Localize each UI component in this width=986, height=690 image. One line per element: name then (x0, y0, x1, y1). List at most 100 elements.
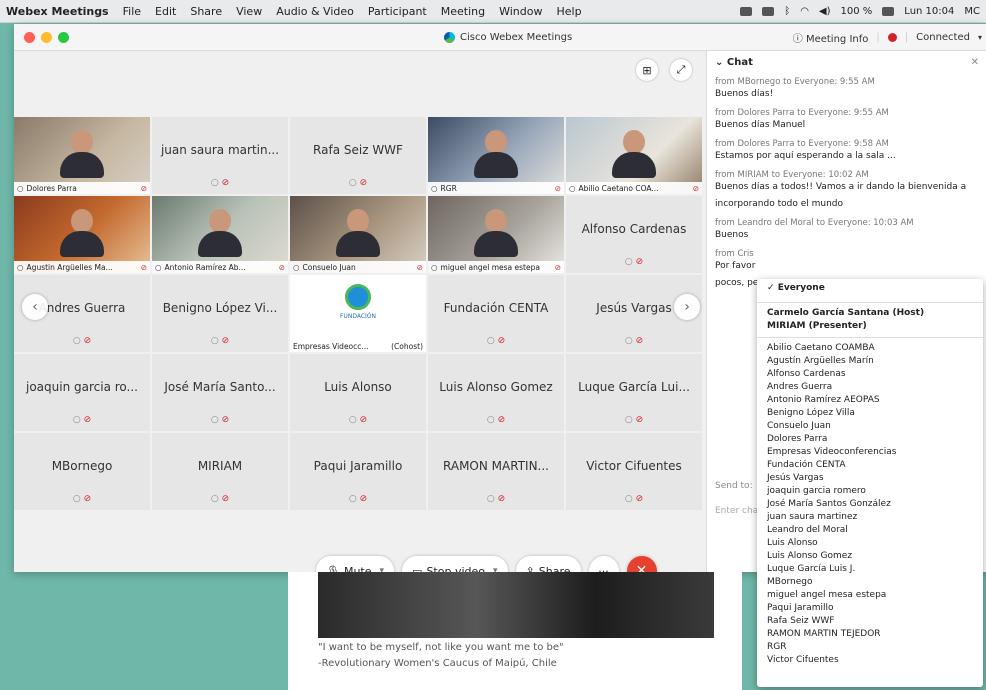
participant-tile[interactable]: José María Santo... ○ ⊘ (152, 354, 288, 431)
participant-video (612, 130, 656, 180)
participant-tile[interactable]: Paqui Jaramillo ○ ⊘ (290, 433, 426, 510)
option-participant[interactable]: Victor Cifuentes (757, 654, 983, 667)
layout-icon[interactable]: ⊞ (636, 59, 658, 81)
option-participant[interactable]: Luis Alonso Gomez (757, 550, 983, 563)
participant-tile[interactable]: Luis Alonso Gomez ○ ⊘ (428, 354, 564, 431)
option-participant[interactable]: Abilio Caetano COAMBA (757, 342, 983, 355)
prev-page-button[interactable]: ‹ (22, 294, 48, 320)
menu-file[interactable]: File (116, 5, 148, 18)
close-icon[interactable]: ✕ (971, 57, 979, 68)
battery-icon[interactable] (882, 6, 895, 16)
option-participant[interactable]: MBornego (757, 576, 983, 589)
minimize-window-button[interactable] (41, 31, 52, 43)
participant-tile[interactable]: joaquin garcia ro... ○ ⊘ (14, 354, 150, 431)
meeting-info-button[interactable]: ⓘ Meeting Info (793, 30, 869, 45)
collapse-chevron-icon[interactable]: ⌄ (715, 57, 727, 68)
divider (757, 337, 983, 338)
muted-mic-icon: ⊘ (83, 494, 92, 504)
option-everyone[interactable]: ✓ Everyone (757, 279, 983, 298)
participant-tile[interactable]: MIRIAM ○ ⊘ (152, 433, 288, 510)
menu-window[interactable]: Window (492, 5, 549, 18)
participant-status: ○ ⊘ (290, 415, 426, 425)
option-participant[interactable]: juan saura martinez (757, 511, 983, 524)
zoom-window-button[interactable] (58, 31, 69, 43)
menu-view[interactable]: View (229, 5, 269, 18)
option-participant[interactable]: joaquin garcia romero (757, 485, 983, 498)
participant-tile[interactable]: juan saura martin... ○ ⊘ (152, 117, 288, 194)
participant-tile[interactable]: Luis Alonso ○ ⊘ (290, 354, 426, 431)
participant-tile[interactable]: Alfonso Cardenas ○ ⊘ (566, 196, 702, 273)
participant-tile[interactable]: Rafa Seiz WWF ○ ⊘ (290, 117, 426, 194)
webex-logo-icon (444, 31, 455, 43)
participant-tile[interactable]: ○ RGR ⊘ (428, 117, 564, 194)
option-participant[interactable]: Jesús Vargas (757, 472, 983, 485)
chevron-down-icon[interactable]: ▾ (978, 33, 982, 42)
option-participant[interactable]: Leandro del Moral (757, 524, 983, 537)
participant-tile[interactable]: ○ Consuelo Juan ⊘ (290, 196, 426, 273)
option-participant[interactable]: Luis Alonso (757, 537, 983, 550)
menu-meeting[interactable]: Meeting (434, 5, 492, 18)
fullscreen-icon[interactable]: ⤢ (670, 59, 692, 81)
participant-tile[interactable]: ○ Antonio Ramírez Ab... ⊘ (152, 196, 288, 273)
bluetooth-icon[interactable]: ᛒ (784, 6, 790, 17)
display-icon[interactable] (762, 6, 775, 16)
participant-tile[interactable]: MBornego ○ ⊘ (14, 433, 150, 510)
participant-name: juan saura martin... (160, 143, 280, 157)
participant-tile[interactable]: Benigno López Vi... ○ ⊘ (152, 275, 288, 352)
divider: | (876, 31, 880, 43)
participant-name: RAMON MARTIN... (443, 459, 549, 473)
option-participant[interactable]: Andres Guerra (757, 381, 983, 394)
participant-status: ○ ⊘ (428, 415, 564, 425)
option-participant[interactable]: RGR (757, 641, 983, 654)
option-participant[interactable]: Benigno López Villa (757, 407, 983, 420)
participant-tile[interactable]: ○ Agustin Argüelles Ma... ⊘ (14, 196, 150, 273)
option-participant[interactable]: Alfonso Cardenas (757, 368, 983, 381)
user-initials[interactable]: MC (964, 6, 980, 17)
muted-mic-icon: ⊘ (140, 262, 147, 272)
participant-name: Rafa Seiz WWF (313, 143, 403, 157)
participant-tile[interactable]: FUNDACIÓN Empresas Videocc... (Cohost) (290, 275, 426, 352)
next-page-button[interactable]: › (674, 294, 700, 320)
option-participant[interactable]: Consuelo Juan (757, 420, 983, 433)
menu-participant[interactable]: Participant (361, 5, 434, 18)
option-participant[interactable]: Agustín Argüelles Marín (757, 355, 983, 368)
option-participant[interactable]: Fundación CENTA (757, 459, 983, 472)
option-participant[interactable]: Empresas Videoconferencias (757, 446, 983, 459)
status-icon: ○ (624, 336, 633, 346)
participant-tile[interactable]: Luque García Lui... ○ ⊘ (566, 354, 702, 431)
option-participant[interactable]: Dolores Parra (757, 433, 983, 446)
participant-name: Fundación CENTA (443, 301, 549, 315)
participant-video (474, 209, 518, 259)
connection-status[interactable]: Connected (916, 32, 970, 43)
option-participant[interactable]: miguel angel mesa estepa (757, 589, 983, 602)
wifi-icon[interactable]: ◠ (800, 6, 809, 17)
menu-share[interactable]: Share (183, 5, 229, 18)
option-participant[interactable]: RAMON MARTIN TEJEDOR (757, 628, 983, 641)
participant-tile[interactable]: ○ miguel angel mesa estepa ⊘ (428, 196, 564, 273)
option-participant[interactable]: Luque García Luis J. (757, 563, 983, 576)
menu-audio-video[interactable]: Audio & Video (269, 5, 361, 18)
menu-edit[interactable]: Edit (148, 5, 183, 18)
option-host[interactable]: Carmelo García Santana (Host) (757, 307, 983, 320)
volume-icon[interactable]: ◀) (819, 6, 831, 17)
participant-video (336, 209, 380, 259)
participant-status: ○ ⊘ (566, 257, 702, 267)
close-window-button[interactable] (24, 31, 35, 43)
participant-tile[interactable]: Fundación CENTA ○ ⊘ (428, 275, 564, 352)
chat-message-sender: from MBornego to Everyone: 9:55 AM (715, 77, 875, 87)
option-participant[interactable]: Paqui Jaramillo (757, 602, 983, 615)
menu-help[interactable]: Help (549, 5, 588, 18)
option-participant[interactable]: Antonio Ramírez AEOPAS (757, 394, 983, 407)
option-participant[interactable]: Rafa Seiz WWF (757, 615, 983, 628)
cloud-icon[interactable] (740, 6, 753, 16)
participant-tile[interactable]: ○ Dolores Parra ⊘ (14, 117, 150, 194)
participant-tile[interactable]: RAMON MARTIN... ○ ⊘ (428, 433, 564, 510)
option-participant[interactable]: José María Santos González (757, 498, 983, 511)
app-menu[interactable]: Webex Meetings (0, 5, 116, 18)
participant-tile[interactable]: Victor Cifuentes ○ ⊘ (566, 433, 702, 510)
participant-tile[interactable]: ○ Abilio Caetano COA... ⊘ (566, 117, 702, 194)
participant-status: ○ ⊘ (152, 336, 288, 346)
clock[interactable]: Lun 10:04 (904, 6, 954, 17)
option-host[interactable]: MIRIAM (Presenter) (757, 320, 983, 333)
muted-mic-icon: ⊘ (221, 494, 230, 504)
